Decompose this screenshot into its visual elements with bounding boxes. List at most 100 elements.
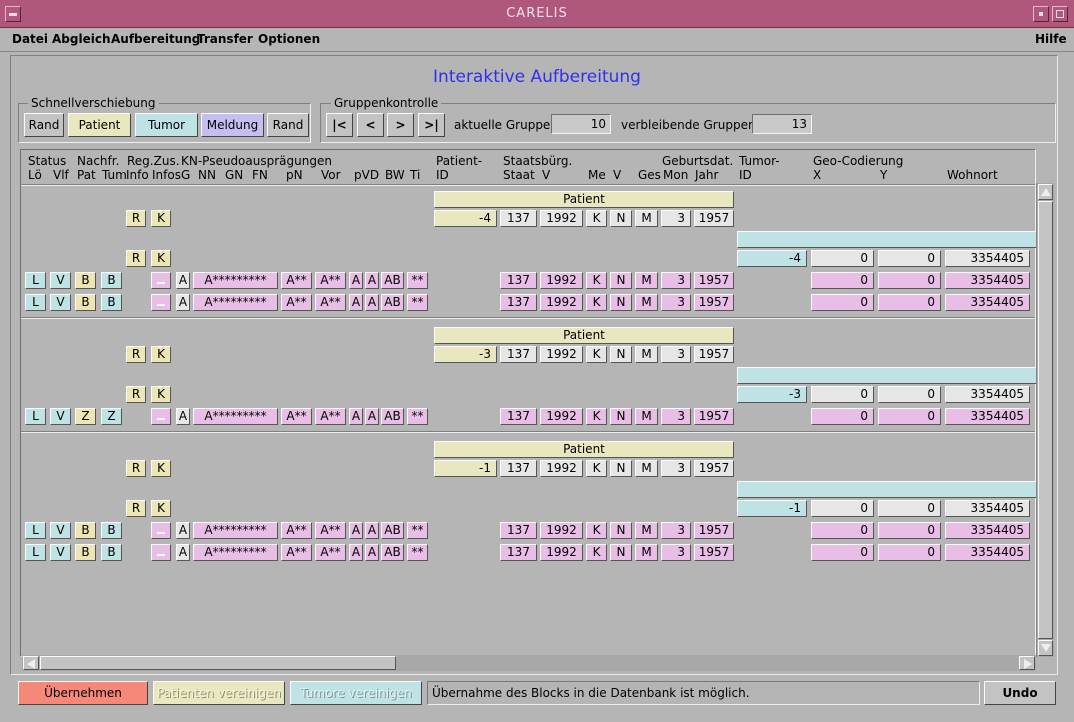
- geo-y-cell: 0: [878, 386, 941, 403]
- scroll-down-button[interactable]: [1038, 640, 1053, 656]
- patienten-vereinigen-button[interactable]: Patienten vereinigen: [153, 681, 285, 705]
- ges-cell: M: [635, 210, 658, 227]
- tumor-banner: [737, 481, 1036, 498]
- status-lo-button[interactable]: L: [25, 408, 46, 425]
- status-lo-button[interactable]: L: [25, 294, 46, 311]
- nachfr-pat-button[interactable]: Z: [75, 408, 96, 425]
- kn-pn-cell: A**: [281, 294, 312, 311]
- k-button[interactable]: K: [151, 500, 171, 517]
- k-button[interactable]: K: [151, 460, 171, 477]
- nachfr-pat-button[interactable]: B: [75, 522, 96, 539]
- rec-v2-cell: N: [610, 544, 632, 561]
- infos-button[interactable]: [151, 272, 171, 289]
- status-lo-button[interactable]: L: [25, 544, 46, 561]
- patient-id-cell: -1: [434, 460, 497, 477]
- patient-id-cell: -4: [434, 210, 497, 227]
- nachfr-pat-button[interactable]: B: [75, 294, 96, 311]
- nachfr-tum-button[interactable]: Z: [101, 408, 122, 425]
- me-cell: K: [586, 460, 607, 477]
- k-button[interactable]: K: [151, 386, 171, 403]
- kn-vor-cell: A**: [315, 544, 346, 561]
- patient-banner: Patient: [434, 327, 734, 344]
- infos-button[interactable]: [151, 408, 171, 425]
- kn-g-cell: A: [176, 294, 190, 311]
- nachfr-tum-button[interactable]: B: [101, 522, 122, 539]
- rec-v2-cell: N: [610, 272, 632, 289]
- r-button[interactable]: R: [126, 250, 146, 267]
- kn-pvd-cell: A: [349, 544, 363, 561]
- status-vlf-button[interactable]: V: [50, 272, 71, 289]
- kn-vor-cell: A**: [315, 408, 346, 425]
- status-vlf-button[interactable]: V: [50, 408, 71, 425]
- rec-me-cell: K: [586, 272, 607, 289]
- vertical-scrollbar[interactable]: [1036, 183, 1054, 657]
- dropdown-icon: [157, 528, 165, 534]
- nachfr-pat-button[interactable]: B: [75, 272, 96, 289]
- mon-cell: 3: [661, 210, 691, 227]
- infos-button[interactable]: [151, 544, 171, 561]
- nachfr-pat-button[interactable]: B: [75, 544, 96, 561]
- horizontal-scroll-thumb[interactable]: [40, 656, 396, 670]
- rec-ges-cell: M: [635, 408, 658, 425]
- kn-pvd2-cell: A: [365, 408, 379, 425]
- ubernehmen-button[interactable]: Übernehmen: [18, 681, 148, 705]
- status-vlf-button[interactable]: V: [50, 522, 71, 539]
- jahr-cell: 1957: [694, 460, 734, 477]
- k-button[interactable]: K: [151, 346, 171, 363]
- status-lo-button[interactable]: L: [25, 522, 46, 539]
- undo-button[interactable]: Undo: [984, 681, 1056, 705]
- arrow-up-icon: [1041, 188, 1051, 196]
- bottom-bar: Übernehmen Patienten vereinigen Tumore v…: [0, 678, 1074, 722]
- kn-bw-cell: AB: [381, 522, 404, 539]
- kn-pvd-cell: A: [349, 408, 363, 425]
- rec-mon-cell: 3: [661, 294, 691, 311]
- r-button[interactable]: R: [126, 460, 146, 477]
- r-button[interactable]: R: [126, 386, 146, 403]
- status-lo-button[interactable]: L: [25, 272, 46, 289]
- rec-me-cell: K: [586, 544, 607, 561]
- group-separator: [21, 431, 1035, 433]
- arrow-left-icon: [27, 659, 35, 669]
- kn-ti-cell: **: [407, 294, 428, 311]
- nachfr-tum-button[interactable]: B: [101, 544, 122, 561]
- status-vlf-button[interactable]: V: [50, 294, 71, 311]
- rec-staat-cell: 137: [500, 522, 537, 539]
- maximize-icon: [1056, 10, 1064, 18]
- r-button[interactable]: R: [126, 500, 146, 517]
- kn-pvd-cell: A: [349, 272, 363, 289]
- horizontal-scrollbar[interactable]: [22, 655, 1036, 671]
- rec-v-cell: 1992: [540, 294, 583, 311]
- patient-banner: Patient: [434, 191, 734, 208]
- geo-x-cell: 0: [811, 250, 874, 267]
- kn-pvd2-cell: A: [365, 522, 379, 539]
- nachfr-tum-button[interactable]: B: [101, 272, 122, 289]
- rec-ges-cell: M: [635, 294, 658, 311]
- kn-ti-cell: **: [407, 522, 428, 539]
- r-button[interactable]: R: [126, 346, 146, 363]
- jahr-cell: 1957: [694, 210, 734, 227]
- rec-jahr-cell: 1957: [694, 408, 734, 425]
- kn-vor-cell: A**: [315, 272, 346, 289]
- infos-button[interactable]: [151, 522, 171, 539]
- menu-hilfe[interactable]: Hilfe: [1035, 32, 1067, 46]
- rec-mon-cell: 3: [661, 272, 691, 289]
- kn-bw-cell: AB: [381, 408, 404, 425]
- r-button[interactable]: R: [126, 210, 146, 227]
- dropdown-icon: [157, 278, 165, 284]
- k-button[interactable]: K: [151, 250, 171, 267]
- mon-cell: 3: [661, 460, 691, 477]
- vertical-scroll-thumb[interactable]: [1038, 201, 1053, 639]
- dropdown-icon: [157, 550, 165, 556]
- status-vlf-button[interactable]: V: [50, 544, 71, 561]
- wohnort-cell: 3354405: [945, 500, 1030, 517]
- maximize-button[interactable]: [1052, 6, 1068, 22]
- kn-pn-cell: A**: [281, 272, 312, 289]
- staat-v-cell: 1992: [540, 460, 583, 477]
- scroll-up-button[interactable]: [1038, 184, 1053, 200]
- nachfr-tum-button[interactable]: B: [101, 294, 122, 311]
- scroll-right-button[interactable]: [1019, 656, 1035, 670]
- k-button[interactable]: K: [151, 210, 171, 227]
- scroll-left-button[interactable]: [23, 656, 39, 670]
- infos-button[interactable]: [151, 294, 171, 311]
- tumore-vereinigen-button[interactable]: Tumore vereinigen: [290, 681, 422, 705]
